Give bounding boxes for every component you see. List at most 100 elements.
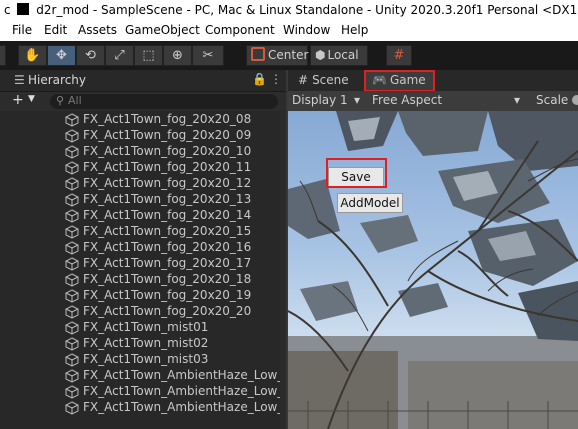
pivot-toggle[interactable]: Center (246, 45, 308, 66)
custom-tool-button[interactable]: ✂ (192, 45, 224, 66)
hierarchy-item-label: FX_Act1Town_mist02 (83, 336, 209, 350)
game-viewport[interactable]: Save AddModel (288, 111, 578, 429)
hierarchy-item[interactable]: FX_Act1Town_fog_20x20_20 (0, 304, 286, 320)
gameobject-cube-icon (65, 289, 79, 303)
gameobject-cube-icon (65, 193, 79, 207)
scale-slider-handle[interactable] (572, 95, 578, 105)
hierarchy-item[interactable]: FX_Act1Town_fog_20x20_10 (0, 144, 286, 160)
hierarchy-item[interactable]: FX_Act1Town_fog_20x20_14 (0, 208, 286, 224)
gameobject-cube-icon (65, 113, 79, 127)
gameobject-cube-icon (65, 401, 79, 415)
move-tool-button[interactable]: ✥ (47, 45, 76, 66)
move-tool-icon: ✥ (56, 48, 67, 63)
local-space-icon: ⬢ (315, 48, 326, 62)
gameobject-cube-icon (65, 161, 79, 175)
menu-gameobject[interactable]: GameObject (125, 23, 200, 37)
snap-grid-button[interactable]: # (386, 45, 412, 66)
hierarchy-item-label: FX_Act1Town_fog_20x20_18 (83, 272, 252, 286)
game-options-bar: Display 1 ▾ Free Aspect ▾ Scale (288, 91, 578, 111)
gameobject-cube-icon (65, 385, 79, 399)
hierarchy-item-label: FX_Act1Town_AmbientHaze_Low_ (83, 384, 284, 398)
scale-tool-button[interactable]: ⤢ (105, 45, 134, 66)
hierarchy-item[interactable]: FX_Act1Town_fog_20x20_13 (0, 192, 286, 208)
menu-assets[interactable]: Assets (78, 23, 117, 37)
hierarchy-item[interactable]: FX_Act1Town_mist02 (0, 336, 286, 352)
hand-tool-icon: ✋ (24, 48, 41, 63)
hierarchy-item[interactable]: FX_Act1Town_fog_20x20_08 (0, 112, 286, 128)
gameobject-cube-icon (65, 177, 79, 191)
gameobject-cube-icon (65, 353, 79, 367)
highlight-game-tab (364, 70, 435, 92)
hierarchy-item-label: FX_Act1Town_fog_20x20_15 (83, 224, 252, 238)
hierarchy-item[interactable]: FX_Act1Town_fog_20x20_17 (0, 256, 286, 272)
hierarchy-item-label: FX_Act1Town_fog_20x20_08 (83, 112, 252, 126)
menu-bar: File Edit Assets GameObject Component Wi… (0, 21, 578, 41)
menu-component[interactable]: Component (205, 23, 275, 37)
gameobject-cube-icon (65, 273, 79, 287)
menu-file[interactable]: File (12, 23, 32, 37)
gameobject-cube-icon (65, 129, 79, 143)
hierarchy-item[interactable]: FX_Act1Town_AmbientHaze_Low_ (0, 368, 286, 384)
hierarchy-item[interactable]: FX_Act1Town_mist01 (0, 320, 286, 336)
hand-tool-button[interactable]: ✋ (18, 45, 47, 66)
hierarchy-item-label: FX_Act1Town_AmbientHaze_Low_ (83, 368, 284, 382)
hierarchy-tab[interactable]: ☰ Hierarchy 🔒 ⋮ (0, 70, 286, 92)
chevron-down-icon[interactable]: ▼ (28, 94, 35, 104)
add-model-button[interactable]: AddModel (337, 193, 403, 213)
gameobject-cube-icon (65, 257, 79, 271)
grid-snap-icon: # (393, 48, 405, 63)
tab-scene[interactable]: # Scene (292, 70, 356, 91)
toolbar-edge (0, 45, 6, 66)
menu-window[interactable]: Window (283, 23, 330, 37)
game-view-panel: # Scene 🎮 Game Display 1 ▾ Free Aspect ▾ S… (288, 70, 578, 429)
gameobject-cube-icon (65, 337, 79, 351)
more-options-icon[interactable]: ⋮ (270, 72, 282, 86)
display-select[interactable]: Display 1 (292, 93, 348, 107)
gameobject-cube-icon (65, 241, 79, 255)
transform-tool-button[interactable]: ⊕ (163, 45, 192, 66)
space-toggle[interactable]: ⬢ Local (310, 45, 368, 66)
hierarchy-item-label: FX_Act1Town_fog_20x20_16 (83, 240, 252, 254)
hierarchy-scrollbar[interactable] (280, 112, 286, 429)
hierarchy-item-label: FX_Act1Town_mist03 (83, 352, 209, 366)
rotate-tool-button[interactable]: ⟲ (76, 45, 105, 66)
menu-edit[interactable]: Edit (44, 23, 67, 37)
hierarchy-item-label: FX_Act1Town_AmbientHaze_Low_ (83, 400, 284, 414)
hierarchy-search-input[interactable]: ⚲ All (50, 94, 278, 109)
hierarchy-panel: ☰ Hierarchy 🔒 ⋮ + ▼ ⚲ All FX_Act1Town_fo… (0, 70, 286, 429)
hierarchy-tab-label: Hierarchy (28, 73, 87, 87)
aspect-select[interactable]: Free Aspect (372, 93, 442, 107)
display-dropdown-icon[interactable]: ▾ (354, 93, 360, 107)
scale-tool-icon: ⤢ (114, 48, 125, 63)
hierarchy-item-label: FX_Act1Town_fog_20x20_10 (83, 144, 252, 158)
hierarchy-item[interactable]: FX_Act1Town_fog_20x20_16 (0, 240, 286, 256)
hierarchy-item[interactable]: FX_Act1Town_AmbientHaze_Low_ (0, 384, 286, 400)
rect-tool-icon: ⬚ (142, 48, 155, 63)
pivot-center-icon (251, 47, 265, 61)
hierarchy-item-label: FX_Act1Town_fog_20x20_20 (83, 304, 252, 318)
hierarchy-item[interactable]: FX_Act1Town_fog_20x20_19 (0, 288, 286, 304)
hierarchy-item[interactable]: FX_Act1Town_fog_20x20_12 (0, 176, 286, 192)
hierarchy-item[interactable]: FX_Act1Town_fog_20x20_18 (0, 272, 286, 288)
hierarchy-item[interactable]: FX_Act1Town_fog_20x20_15 (0, 224, 286, 240)
hierarchy-item[interactable]: FX_Act1Town_fog_20x20_09 (0, 128, 286, 144)
transform-tool-icon: ⊕ (172, 48, 183, 63)
gameobject-cube-icon (65, 369, 79, 383)
gameobject-cube-icon (65, 145, 79, 159)
hierarchy-item-label: FX_Act1Town_fog_20x20_12 (83, 176, 252, 190)
rect-tool-button[interactable]: ⬚ (134, 45, 163, 66)
menu-help[interactable]: Help (341, 23, 368, 37)
hierarchy-item-label: FX_Act1Town_fog_20x20_14 (83, 208, 252, 222)
hierarchy-item-label: FX_Act1Town_fog_20x20_17 (83, 256, 252, 270)
add-icon[interactable]: + (12, 92, 24, 108)
hierarchy-item[interactable]: FX_Act1Town_fog_20x20_11 (0, 160, 286, 176)
search-icon: ⚲ (56, 94, 65, 107)
aspect-dropdown-icon[interactable]: ▾ (514, 93, 520, 107)
hierarchy-list-icon: ☰ (14, 73, 25, 87)
highlight-save-button (326, 158, 387, 188)
hierarchy-item-label: FX_Act1Town_fog_20x20_13 (83, 192, 252, 206)
lock-icon[interactable]: 🔒 (252, 72, 267, 86)
toolbar: ✋ ✥ ⟲ ⤢ ⬚ ⊕ ✂ Center ⬢ Local # (0, 41, 578, 70)
hierarchy-item[interactable]: FX_Act1Town_AmbientHaze_Low_ (0, 400, 286, 416)
hierarchy-item[interactable]: FX_Act1Town_mist03 (0, 352, 286, 368)
